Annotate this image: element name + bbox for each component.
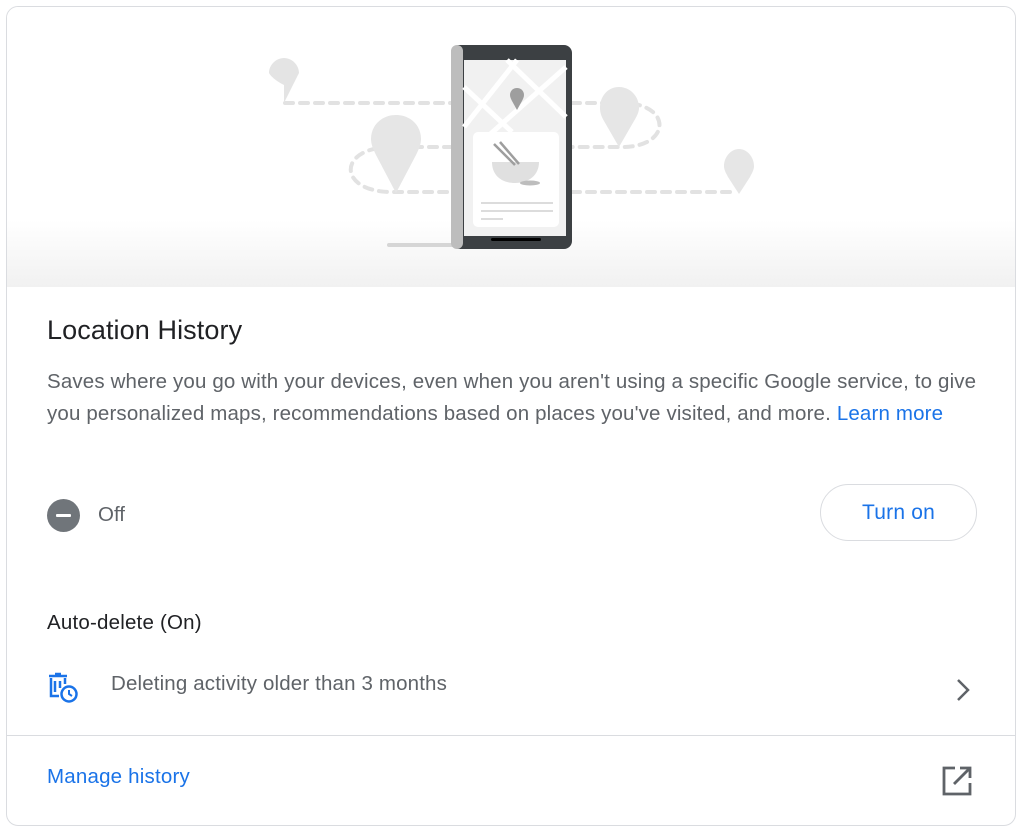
manage-history-link[interactable]: Manage history xyxy=(47,765,190,789)
auto-delete-icon xyxy=(49,672,78,703)
map-pin-icon xyxy=(600,87,639,147)
card-description: Saves where you go with your devices, ev… xyxy=(47,366,987,430)
off-circle-icon xyxy=(47,498,80,532)
open-in-new-icon[interactable] xyxy=(941,765,973,797)
turn-on-button[interactable]: Turn on xyxy=(820,484,977,541)
status-label: Off xyxy=(98,503,125,526)
divider xyxy=(7,735,1015,736)
auto-delete-row[interactable]: Deleting activity older than 3 months xyxy=(7,659,1015,715)
map-pin-icon xyxy=(724,149,754,194)
map-pin-icon xyxy=(269,58,299,103)
location-history-card: Location History Saves where you go with… xyxy=(6,6,1016,826)
hero-illustration xyxy=(7,7,1015,287)
auto-delete-detail: Deleting activity older than 3 months xyxy=(111,672,448,695)
status-row: Off xyxy=(47,497,125,533)
card-title: Location History xyxy=(47,315,243,345)
auto-delete-title: Auto-delete (On) xyxy=(47,611,202,634)
phone-map-illustration xyxy=(269,45,754,249)
chevron-right-icon xyxy=(957,679,970,701)
map-pin-icon xyxy=(371,115,421,193)
learn-more-link[interactable]: Learn more xyxy=(837,402,943,425)
